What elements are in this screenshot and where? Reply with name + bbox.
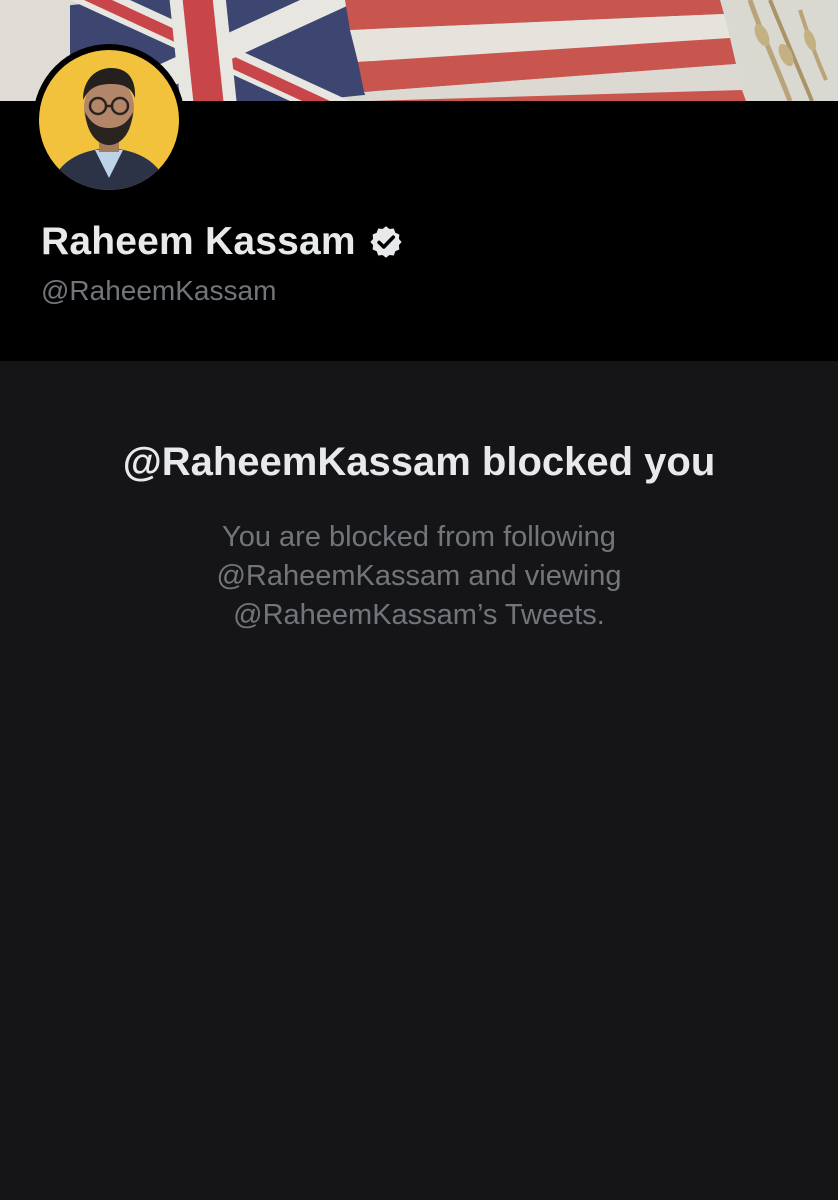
handle: @RaheemKassam — [41, 275, 277, 306]
blocked-description-line: @RaheemKassam’s Tweets. — [233, 599, 605, 631]
blocked-description-line: @RaheemKassam and viewing — [216, 560, 622, 592]
display-name-row: Raheem Kassam — [41, 216, 404, 268]
avatar[interactable] — [33, 44, 185, 196]
blocked-title: @RaheemKassam blocked you — [122, 440, 716, 484]
profile-page: Raheem Kassam @RaheemKassam @RaheemKassa… — [0, 0, 838, 1200]
profile-photo — [39, 50, 179, 190]
blocked-panel — [0, 361, 838, 1200]
verified-badge-icon[interactable] — [368, 224, 404, 260]
display-name: Raheem Kassam — [41, 220, 356, 263]
blocked-description-line: You are blocked from following — [222, 521, 616, 553]
blocked-description: You are blocked from following @RaheemKa… — [0, 518, 838, 635]
